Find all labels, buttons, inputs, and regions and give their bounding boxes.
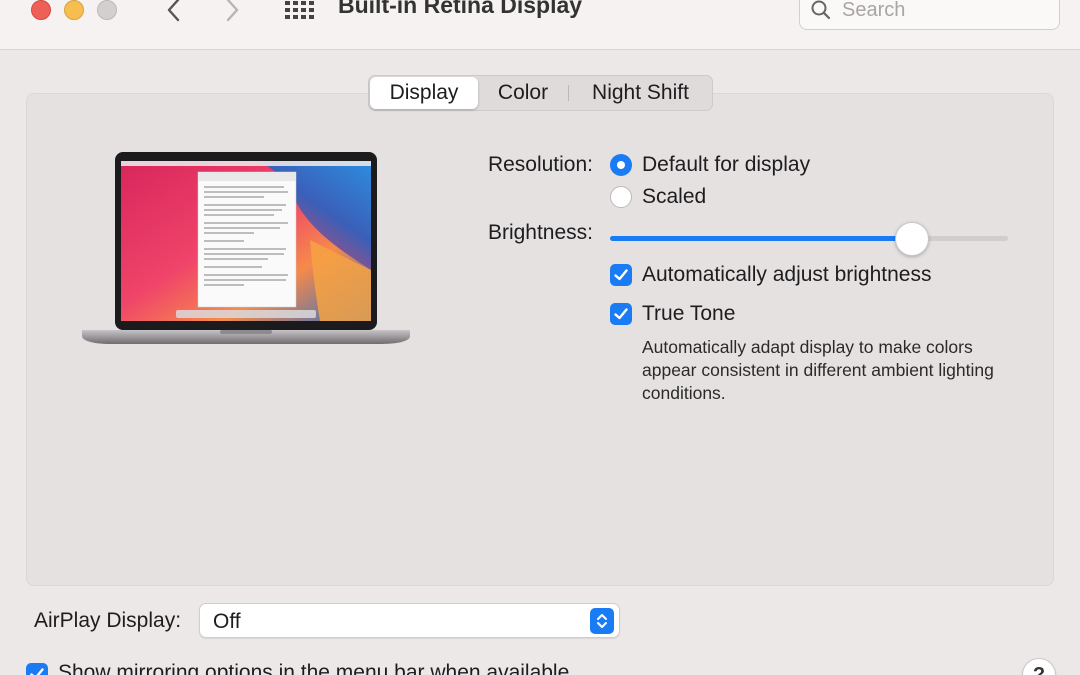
auto-brightness-checkbox[interactable] — [610, 264, 632, 286]
forward-chevron-icon — [226, 0, 239, 22]
mirroring-options-label[interactable]: Show mirroring options in the menu bar w… — [58, 661, 569, 675]
resolution-default-label[interactable]: Default for display — [642, 153, 810, 177]
brightness-slider-fill — [610, 236, 913, 241]
window-titlebar: Built-in Retina Display — [0, 0, 1080, 50]
checkmark-icon — [614, 308, 628, 320]
airplay-display-select[interactable]: Off — [199, 603, 620, 638]
resolution-label: Resolution: — [487, 153, 593, 176]
tab-night-shift[interactable]: Night Shift — [569, 76, 712, 110]
resolution-scaled-label[interactable]: Scaled — [642, 185, 706, 209]
checkmark-icon — [614, 269, 628, 281]
true-tone-checkbox[interactable] — [610, 303, 632, 325]
window-title: Built-in Retina Display — [338, 0, 583, 18]
zoom-button[interactable] — [97, 0, 117, 20]
auto-brightness-label[interactable]: Automatically adjust brightness — [642, 263, 931, 287]
search-icon — [811, 0, 831, 20]
airplay-display-value: Off — [213, 610, 241, 633]
minimize-button[interactable] — [64, 0, 84, 20]
mirroring-options-checkbox[interactable] — [26, 663, 48, 675]
airplay-display-label: AirPlay Display: — [34, 609, 182, 632]
back-button[interactable] — [158, 0, 188, 24]
tab-bar: Display Color Night Shift — [368, 75, 713, 111]
macbook-image — [80, 150, 412, 355]
brightness-slider[interactable] — [610, 236, 1008, 241]
true-tone-label[interactable]: True Tone — [642, 302, 735, 326]
checkmark-icon — [30, 668, 44, 675]
search-field[interactable] — [799, 0, 1060, 30]
tab-color[interactable]: Color — [478, 76, 568, 110]
show-all-button[interactable] — [284, 0, 316, 20]
true-tone-description: Automatically adapt display to make colo… — [642, 337, 994, 403]
up-down-arrows-icon — [590, 608, 614, 634]
close-button[interactable] — [31, 0, 51, 20]
radio-default-for-display[interactable] — [610, 154, 632, 176]
search-input[interactable] — [842, 0, 1042, 23]
forward-button[interactable] — [218, 0, 248, 24]
help-button[interactable]: ? — [1022, 658, 1056, 675]
show-all-grid-icon — [285, 1, 314, 19]
brightness-label: Brightness: — [487, 221, 593, 244]
radio-scaled[interactable] — [610, 186, 632, 208]
back-chevron-icon — [167, 0, 180, 22]
tab-display[interactable]: Display — [370, 77, 478, 109]
